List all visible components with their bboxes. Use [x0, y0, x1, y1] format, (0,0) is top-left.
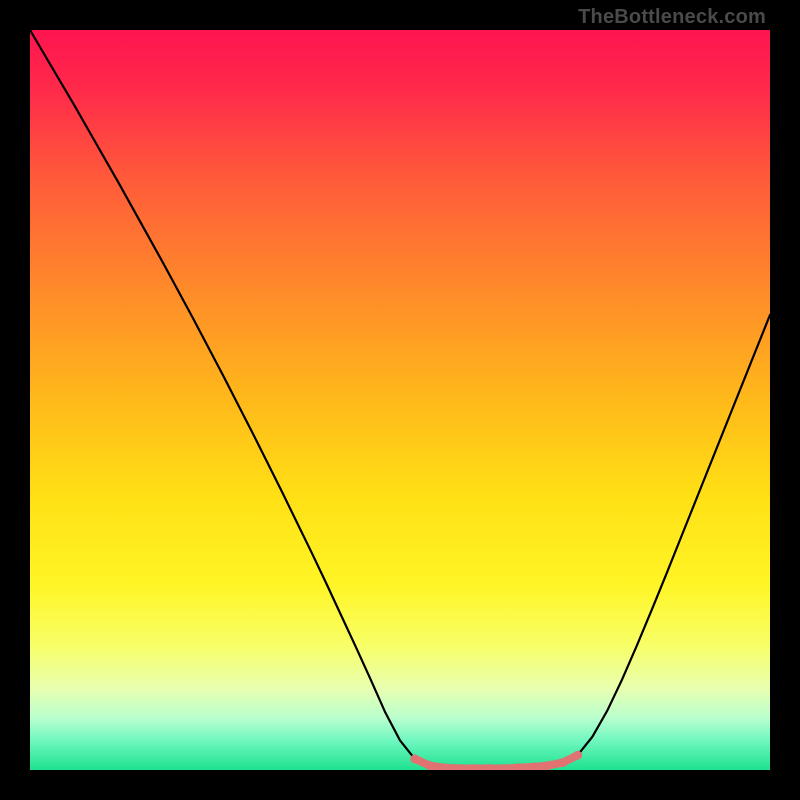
marker-dot: [425, 761, 434, 770]
plot-area: [30, 30, 770, 770]
watermark-text: TheBottleneck.com: [578, 6, 766, 29]
chart-surface: [30, 30, 770, 770]
marker-dot: [573, 751, 582, 760]
marker-dot: [410, 754, 419, 763]
marker-dot: [544, 761, 553, 770]
chart-frame: TheBottleneck.com: [0, 0, 800, 800]
marker-dot: [558, 758, 567, 767]
